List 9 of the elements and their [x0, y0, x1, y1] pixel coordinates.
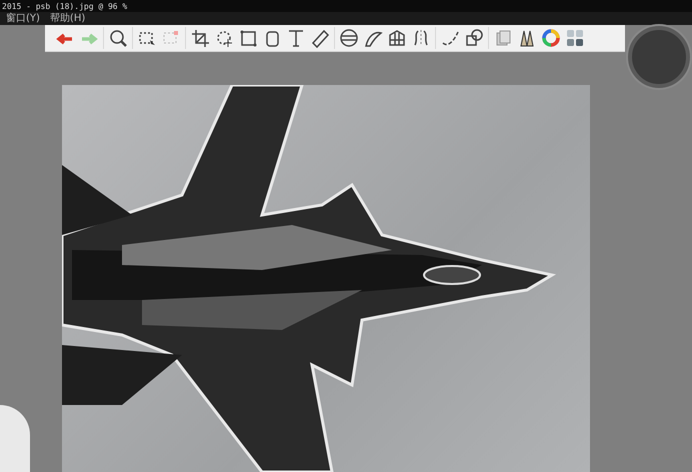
menu-item[interactable]: 窗口(Y) — [6, 12, 40, 24]
ellipse-guide-icon[interactable] — [338, 27, 360, 49]
menu-item[interactable]: 帮助(H) — [50, 12, 86, 24]
brush-puck[interactable] — [628, 26, 690, 88]
ruler-icon[interactable] — [309, 27, 331, 49]
crop-icon[interactable] — [189, 27, 211, 49]
color-wheel-icon[interactable] — [540, 27, 562, 49]
grid-icon[interactable] — [564, 27, 586, 49]
window-title: 2015 - psb (18).jpg @ 96 % — [1, 2, 128, 10]
